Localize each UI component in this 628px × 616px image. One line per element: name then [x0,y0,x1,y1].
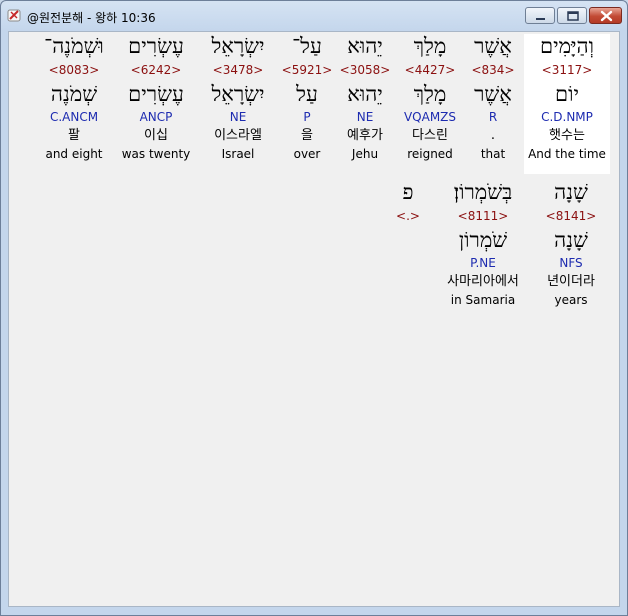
word-cell[interactable]: יִשְׂרָאֵל <3478> יִשְׂרָאֵל NE 이스라엘 Israel [199,34,277,174]
close-icon [600,10,613,22]
minimize-icon [536,18,545,20]
english-gloss: that [480,147,506,161]
word-cell[interactable]: פ <.> [384,180,432,320]
bottom-border [8,607,620,613]
hebrew-word: וְהַיָּמִים [539,34,595,58]
word-cell[interactable]: וּשְׁמֹנֶה־ <8083> שְׁמֹנֶה C.ANCM 팔 and eigh… [34,34,114,174]
strong-number[interactable]: <6242> [116,63,196,77]
english-gloss: over [293,147,321,161]
korean-gloss: 예후가 [347,128,383,143]
close-button[interactable] [589,7,622,24]
korean-gloss: 이스라엘 [214,128,262,143]
hebrew-lemma: שֹׁמְרוֹן [458,228,508,252]
word-cell[interactable]: בְּשֹׁמְרוֹן׃ <8111> שֹׁמְרוֹן P.NE 사마리아에서 in… [434,180,532,320]
morph-code: NE [356,110,374,124]
strong-number[interactable]: <8111> [434,209,532,223]
hebrew-lemma: שְׁמֹנֶה [50,82,98,106]
hebrew-word: וּשְׁמֹנֶה־ [44,34,104,58]
word-cell[interactable]: אֲשֶׁר <834> אֲשֶׁר R. that [464,34,522,174]
minimize-button[interactable] [525,7,555,24]
hebrew-lemma: שָׁנָה [554,228,588,252]
strong-number[interactable]: <3117> [524,63,610,77]
korean-gloss: 년이더라 [547,274,595,289]
morph-code: VQAMZS [403,110,457,124]
hebrew-word: מָלַךְ [413,34,447,58]
strong-number[interactable]: <3478> [199,63,277,77]
english-gloss: Israel [221,147,255,161]
hebrew-word: עַל־ [292,34,322,58]
morph-code: NFS [559,256,583,270]
morph-code: P [303,110,311,124]
word-cell[interactable]: יֵהוּא <3058> יֵהוּא NE 예후가 Jehu [336,34,394,174]
morph-code: R [488,110,498,124]
word-cell[interactable]: עֶשְׂרִים <6242> עֶשְׂרִים ANCP 이십 was twenty [116,34,196,174]
hebrew-lemma: מָלַךְ [413,82,447,106]
korean-gloss: . [490,128,496,143]
morph-code: ANCP [139,110,173,124]
korean-gloss: 팔 [68,128,80,143]
english-gloss: Jehu [351,147,379,161]
hebrew-word: יֵהוּא [347,34,383,58]
korean-gloss: 사마리아에서 [447,274,519,289]
english-gloss: in Samaria [450,293,516,307]
hebrew-lemma: יֵהוּא [347,82,383,106]
hebrew-word: אֲשֶׁר [474,34,512,58]
word-cell[interactable]: עַל־ <5921> עַל P 을 over [279,34,335,174]
korean-gloss: 을 [301,128,313,143]
morph-code: P.NE [470,256,496,270]
hebrew-word: יִשְׂרָאֵל [211,34,265,58]
english-gloss: was twenty [121,147,191,161]
strong-number[interactable]: <4427> [397,63,463,77]
hebrew-word: עֶשְׂרִים [128,34,184,58]
maximize-icon [567,11,579,21]
morph-code: C.ANCM [49,110,99,124]
strong-number[interactable]: <834> [464,63,522,77]
english-gloss: And the time [528,147,606,161]
word-cell[interactable]: וְהַיָּמִים <3117> יוֹם C.D.NMP 햇수는 And the t… [524,34,610,174]
hebrew-word: בְּשֹׁמְרוֹן׃ [453,180,513,204]
maximize-button[interactable] [557,7,587,24]
strong-number[interactable]: <.> [384,209,432,223]
word-cell[interactable]: שָׁנָה <8141> שָׁנָה NFS 년이더라 years [531,180,611,320]
morph-code: NE [229,110,247,124]
interlinear-panel: וְהַיָּמִים <3117> יוֹם C.D.NMP 햇수는 And the t… [8,31,620,607]
korean-gloss: 다스린 [412,128,448,143]
english-gloss: and eight [45,147,103,161]
app-window: @원전분해 - 왕하 10:36 וְהַיָּמִים <3117> יוֹם C.… [0,0,628,616]
hebrew-lemma: עֶשְׂרִים [128,82,184,106]
hebrew-lemma: עַל [296,82,318,106]
strong-number[interactable]: <8141> [531,209,611,223]
app-logo-icon [7,8,22,23]
korean-gloss: 이십 [144,128,168,143]
english-gloss: years [554,293,588,307]
morph-code: C.D.NMP [541,110,593,124]
hebrew-lemma: יִשְׂרָאֵל [211,82,265,106]
hebrew-lemma: יוֹם [555,82,579,106]
korean-gloss: 햇수는 [549,128,585,143]
title-bar[interactable]: @원전분해 - 왕하 10:36 [1,1,627,31]
strong-number[interactable]: <5921> [279,63,335,77]
strong-number[interactable]: <8083> [34,63,114,77]
english-gloss: reigned [407,147,453,161]
hebrew-word: פ [402,180,414,204]
strong-number[interactable]: <3058> [336,63,394,77]
hebrew-word: שָׁנָה [554,180,588,204]
word-cell[interactable]: מָלַךְ <4427> מָלַךְ VQAMZS 다스린 reigned [397,34,463,174]
hebrew-lemma: אֲשֶׁר [474,82,512,106]
window-title: @원전분해 - 왕하 10:36 [27,11,156,25]
